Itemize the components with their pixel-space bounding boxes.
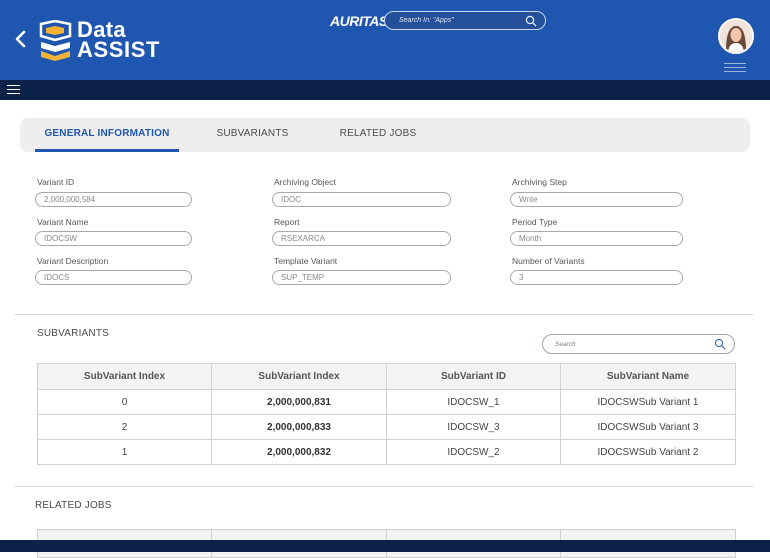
table-row[interactable]: 0 2,000,000,831 IDOCSW_1 IDOCSWSub Varia…	[37, 389, 736, 415]
menu-icon[interactable]	[724, 63, 746, 73]
table-cell: 2,000,000,832	[211, 439, 387, 465]
variant-id-label: Variant ID	[37, 177, 75, 187]
related-jobs-title: RELATED JOBS	[35, 500, 112, 511]
variant-id-field[interactable]: 2,000,000,584	[35, 192, 192, 207]
report-label: Report	[274, 217, 300, 227]
archiving-object-field[interactable]: IDOC	[272, 192, 451, 207]
period-type-field[interactable]: Month	[510, 231, 683, 246]
table-cell: IDOCSW_2	[386, 439, 561, 465]
table-row[interactable]: 2 2,000,000,833 IDOCSW_3 IDOCSWSub Varia…	[37, 414, 736, 440]
table-cell: 2,000,000,831	[211, 389, 387, 415]
subvariants-table: SubVariant Index SubVariant Index SubVar…	[37, 363, 736, 465]
template-variant-label: Template Variant	[274, 256, 338, 266]
app-header: Data ASSIST AURITAS	[0, 0, 770, 80]
sidebar-toggle-icon[interactable]	[7, 85, 20, 95]
table-row[interactable]: 1 2,000,000,832 IDOCSW_2 IDOCSWSub Varia…	[37, 439, 736, 465]
subvariants-search[interactable]	[542, 334, 735, 354]
number-of-variants-field[interactable]: 3	[510, 270, 683, 285]
table-cell: 2	[37, 414, 212, 440]
variant-description-field[interactable]: IDOCS	[35, 270, 192, 285]
tab-bar: GENERAL INFORMATION SUBVARIANTS RELATED …	[20, 118, 750, 152]
period-type-label: Period Type	[512, 217, 558, 227]
data-assist-logo: Data ASSIST	[38, 17, 161, 62]
global-search[interactable]	[384, 11, 546, 30]
archiving-step-label: Archiving Step	[512, 177, 567, 187]
number-of-variants-label: Number of Variants	[512, 256, 585, 266]
table-cell: IDOCSWSub Variant 3	[560, 414, 736, 440]
search-icon[interactable]	[714, 338, 726, 350]
table-cell: IDOCSWSub Variant 2	[560, 439, 736, 465]
tab-general-information[interactable]: GENERAL INFORMATION	[35, 118, 179, 152]
auritas-brand: AURITAS	[330, 13, 388, 29]
table-cell: 2,000,000,833	[211, 414, 387, 440]
table-cell: IDOCSW_3	[386, 414, 561, 440]
table-cell: 1	[37, 439, 212, 465]
nav-bar	[0, 80, 770, 100]
table-cell: IDOCSWSub Variant 1	[560, 389, 736, 415]
template-variant-field[interactable]: SUP_TEMP	[272, 270, 451, 285]
search-icon[interactable]	[525, 15, 537, 27]
global-search-input[interactable]	[399, 14, 517, 27]
variant-name-label: Variant Name	[37, 217, 89, 227]
user-avatar[interactable]	[718, 18, 754, 54]
back-chevron-icon[interactable]	[13, 29, 29, 49]
column-header[interactable]: SubVariant Index	[37, 363, 212, 390]
table-header-row: SubVariant Index SubVariant Index SubVar…	[37, 363, 736, 390]
section-divider	[14, 314, 754, 315]
table-cell: IDOCSW_1	[386, 389, 561, 415]
variant-description-label: Variant Description	[37, 256, 109, 266]
subvariants-title: SUBVARIANTS	[37, 328, 110, 339]
column-header[interactable]: SubVariant Index	[211, 363, 387, 390]
tab-subvariants[interactable]: SUBVARIANTS	[210, 118, 295, 152]
table-cell: 0	[37, 389, 212, 415]
column-header[interactable]: SubVariant Name	[560, 363, 736, 390]
section-divider	[14, 486, 754, 487]
footer-bar	[0, 540, 770, 552]
logo-mark-icon	[39, 20, 72, 61]
report-field[interactable]: RSEXARCA	[272, 231, 451, 246]
archiving-object-label: Archiving Object	[274, 177, 336, 187]
logo-text-assist: ASSIST	[77, 37, 161, 62]
avatar-portrait-icon	[720, 20, 752, 52]
subvariants-search-input[interactable]	[555, 338, 705, 350]
archiving-step-field[interactable]: Write	[510, 192, 683, 207]
tab-related-jobs[interactable]: RELATED JOBS	[338, 118, 418, 152]
variant-name-field[interactable]: IDOCSW	[35, 231, 192, 246]
column-header[interactable]: SubVariant ID	[386, 363, 561, 390]
